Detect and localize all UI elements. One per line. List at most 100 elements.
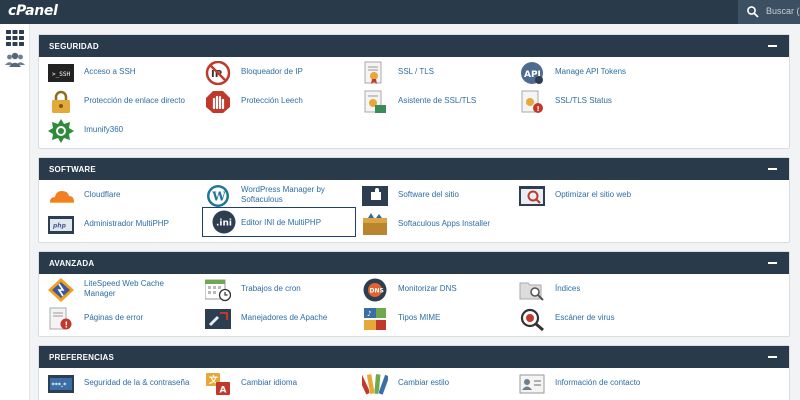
item-ssl-tls[interactable]: SSL / TLS	[353, 59, 507, 87]
collapse-icon[interactable]	[768, 168, 777, 170]
item-monitor-dns[interactable]: DNS Monitorizar DNS	[353, 276, 507, 304]
item-label: Bloqueador de IP	[241, 67, 303, 76]
calendar-clock-icon	[205, 279, 231, 302]
item-api-tokens[interactable]: API Manage API Tokens	[510, 59, 664, 87]
item-proteccion-enlace[interactable]: Protección de enlace directo	[39, 88, 193, 116]
section-title: PREFERENCIAS	[49, 353, 115, 362]
item-label: Escáner de virus	[555, 313, 615, 322]
language-icon: 文A	[206, 373, 230, 396]
item-change-language[interactable]: 文A Cambiar idioma	[196, 370, 350, 398]
cpanel-logo[interactable]: cPanel	[8, 3, 58, 19]
item-editor-ini[interactable]: .ini Editor INI de MultiPHP	[202, 207, 356, 237]
section-title: AVANZADA	[49, 259, 95, 268]
item-bloqueador-ip[interactable]: IP Bloqueador de IP	[196, 59, 350, 87]
collapse-icon[interactable]	[768, 45, 777, 47]
item-label: Protección de enlace directo	[84, 96, 185, 105]
item-label: Softaculous Apps Installer	[398, 219, 491, 228]
section-title: SEGURIDAD	[49, 42, 99, 51]
litespeed-icon	[48, 278, 74, 302]
item-label: Manage API Tokens	[555, 67, 627, 76]
item-label: Cloudflare	[84, 190, 121, 199]
item-virus-scanner[interactable]: Escáner de virus	[510, 305, 664, 333]
item-label: Tipos MIME	[398, 313, 441, 322]
svg-text:!: !	[65, 321, 69, 330]
virus-scan-icon	[520, 308, 544, 331]
optimize-icon	[519, 186, 545, 206]
section-header[interactable]: PREFERENCIAS	[39, 346, 789, 368]
panel-avanzada: AVANZADA LiteSpeed Web Cache Manager Tra…	[38, 251, 790, 337]
item-wordpress-manager[interactable]: W WordPress Manager by Softaculous	[196, 182, 350, 210]
imunify-icon	[48, 119, 74, 143]
item-label: Cambiar estilo	[398, 378, 450, 387]
contact-card-icon	[519, 374, 545, 394]
svg-text:W: W	[211, 190, 226, 204]
mime-icon: ♪	[364, 308, 386, 330]
item-change-style[interactable]: Cambiar estilo	[353, 370, 507, 398]
svg-text:♪: ♪	[367, 310, 371, 318]
item-litespeed[interactable]: LiteSpeed Web Cache Manager	[39, 276, 193, 304]
item-imunify360[interactable]: Imunify360	[39, 117, 193, 145]
section-header[interactable]: AVANZADA	[39, 252, 789, 274]
item-label: SSL / TLS	[398, 67, 435, 76]
lock-icon	[52, 90, 70, 113]
left-rail	[0, 24, 30, 400]
item-label: LiteSpeed Web Cache Manager	[84, 279, 164, 298]
item-optimizar-sitio[interactable]: Optimizar el sitio web	[510, 182, 664, 210]
item-label: Acceso a SSH	[84, 67, 136, 76]
item-paginas-error[interactable]: ! Páginas de error	[39, 305, 193, 333]
svg-text:php: php	[52, 223, 67, 230]
item-apache-handlers[interactable]: Manejadores de Apache	[196, 305, 350, 333]
wordpress-icon: W	[207, 185, 229, 207]
item-proteccion-leech[interactable]: Protección Leech	[196, 88, 350, 116]
item-cron[interactable]: Trabajos de cron	[196, 276, 350, 304]
section-title: SOFTWARE	[49, 165, 96, 174]
item-label: WordPress Manager by Softaculous	[241, 185, 325, 204]
svg-text:.ini: .ini	[216, 219, 232, 229]
certificate-icon	[364, 61, 382, 84]
palette-icon	[362, 373, 388, 396]
item-acceso-ssh[interactable]: >_SSH Acceso a SSH	[39, 59, 193, 87]
svg-text:DNS: DNS	[370, 288, 384, 295]
panel-seguridad: SEGURIDAD >_SSH Acceso a SSH IP Bloquead…	[38, 34, 790, 149]
panel-preferencias: PREFERENCIAS ***.* Seguridad de la & con…	[38, 345, 790, 400]
error-page-icon: !	[49, 307, 72, 330]
item-label: Imunify360	[84, 125, 124, 134]
item-software-sitio[interactable]: Software del sitio	[353, 182, 507, 210]
svg-text:>_SSH: >_SSH	[52, 71, 70, 78]
svg-text:!: !	[537, 105, 540, 113]
hand-stop-icon	[206, 91, 230, 113]
item-label: Trabajos de cron	[241, 284, 301, 293]
item-asistente-ssl[interactable]: Asistente de SSL/TLS	[353, 88, 507, 116]
item-label: Información de contacto	[555, 378, 641, 387]
softaculous-icon	[363, 213, 387, 235]
search-input[interactable]: Buscar (	[766, 6, 800, 16]
item-label: SSL/TLS Status	[555, 96, 612, 105]
section-header[interactable]: SEGURIDAD	[39, 35, 789, 57]
users-icon[interactable]	[5, 50, 25, 70]
dns-icon: DNS	[363, 278, 387, 302]
search-box[interactable]: Buscar (	[738, 0, 800, 24]
item-softaculous[interactable]: Softaculous Apps Installer	[353, 211, 507, 239]
collapse-icon[interactable]	[768, 262, 777, 264]
apache-handler-icon	[205, 309, 231, 329]
item-contact-info[interactable]: Información de contacto	[510, 370, 664, 398]
grid-icon[interactable]	[5, 28, 25, 48]
item-indices[interactable]: Índices	[510, 276, 664, 304]
item-ssl-status[interactable]: ! SSL/TLS Status	[510, 88, 664, 116]
top-bar: cPanel Buscar (	[0, 0, 800, 24]
ip-blocker-icon: IP	[205, 61, 231, 85]
item-label: Monitorizar DNS	[398, 284, 457, 293]
item-multiphp-admin[interactable]: php Administrador MultiPHP	[39, 211, 193, 239]
item-label: Software del sitio	[398, 190, 459, 199]
collapse-icon[interactable]	[768, 356, 777, 358]
item-cloudflare[interactable]: Cloudflare	[39, 182, 193, 210]
password-icon: ***.*	[48, 375, 74, 393]
item-password-security[interactable]: ***.* Seguridad de la & contraseña	[39, 370, 193, 398]
puzzle-icon	[362, 186, 388, 206]
item-mime[interactable]: ♪ Tipos MIME	[353, 305, 507, 333]
item-label: Índices	[555, 284, 581, 293]
svg-text:A: A	[220, 386, 227, 396]
item-label: Editor INI de MultiPHP	[241, 218, 322, 227]
item-label: Manejadores de Apache	[241, 313, 328, 322]
section-header[interactable]: SOFTWARE	[39, 158, 789, 180]
